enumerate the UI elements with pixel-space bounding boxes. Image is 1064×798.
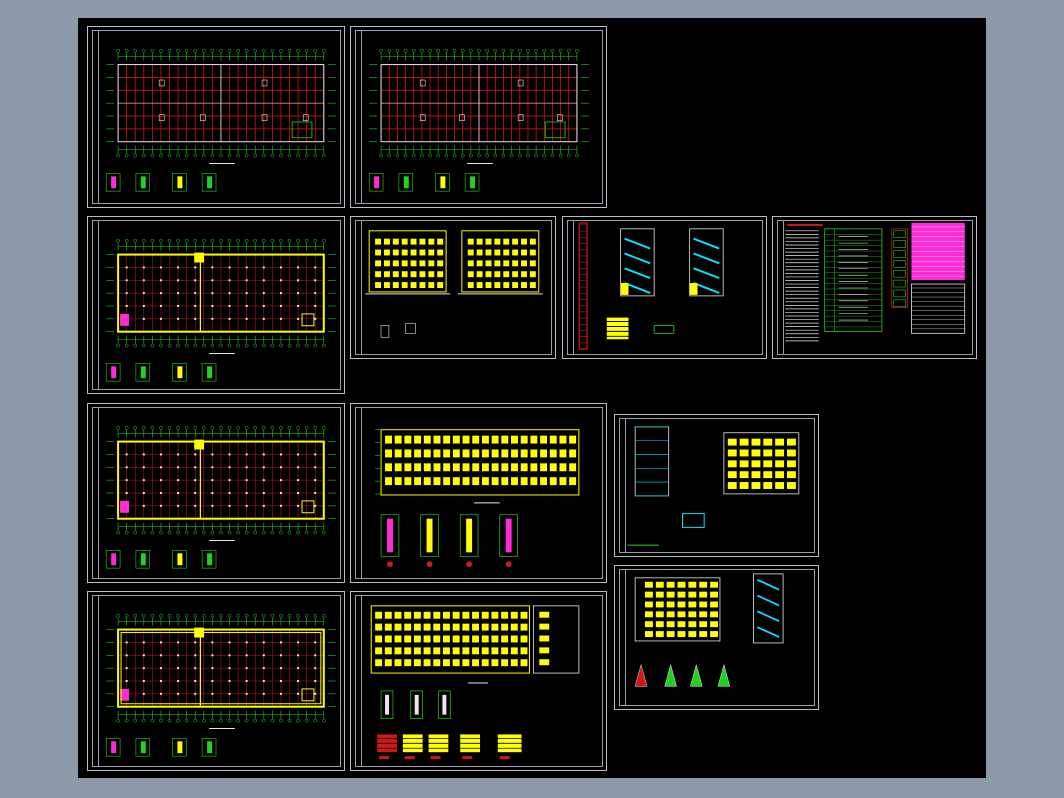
rear-elevation-drawing (370, 605, 580, 760)
floor-plan-drawing (105, 48, 336, 192)
sheet-floor-plan-1[interactable] (87, 26, 345, 208)
sheet-floor-plan-3[interactable] (87, 216, 345, 394)
stair-section-drawing (578, 222, 724, 350)
sheet-floor-plan-4[interactable] (87, 403, 345, 583)
floor-plan-drawing (105, 613, 336, 757)
elevation-drawing (365, 230, 543, 338)
front-elevation-drawing (375, 429, 580, 568)
sheet-design-notes[interactable] (772, 216, 977, 359)
sheet-stair-sections[interactable] (562, 216, 767, 359)
cad-model-space[interactable] (78, 18, 986, 778)
sheet-floor-plan-2[interactable] (350, 26, 607, 208)
sheet-elevation-stairs[interactable] (614, 565, 819, 710)
floor-plan-drawing (368, 48, 589, 192)
sheet-front-elevation[interactable] (350, 403, 607, 583)
sheet-rear-elevation[interactable] (350, 591, 607, 771)
sheet-floor-plan-5[interactable] (87, 591, 345, 771)
sheet-section-elevation[interactable] (614, 414, 819, 557)
floor-plan-drawing (105, 238, 336, 382)
notes-tables-drawing (785, 222, 966, 342)
sheet-elevations-1[interactable] (350, 216, 556, 359)
floor-plan-drawing (105, 425, 336, 569)
section-elevation-drawing (627, 426, 800, 546)
elevation-stair-drawing (634, 573, 784, 687)
